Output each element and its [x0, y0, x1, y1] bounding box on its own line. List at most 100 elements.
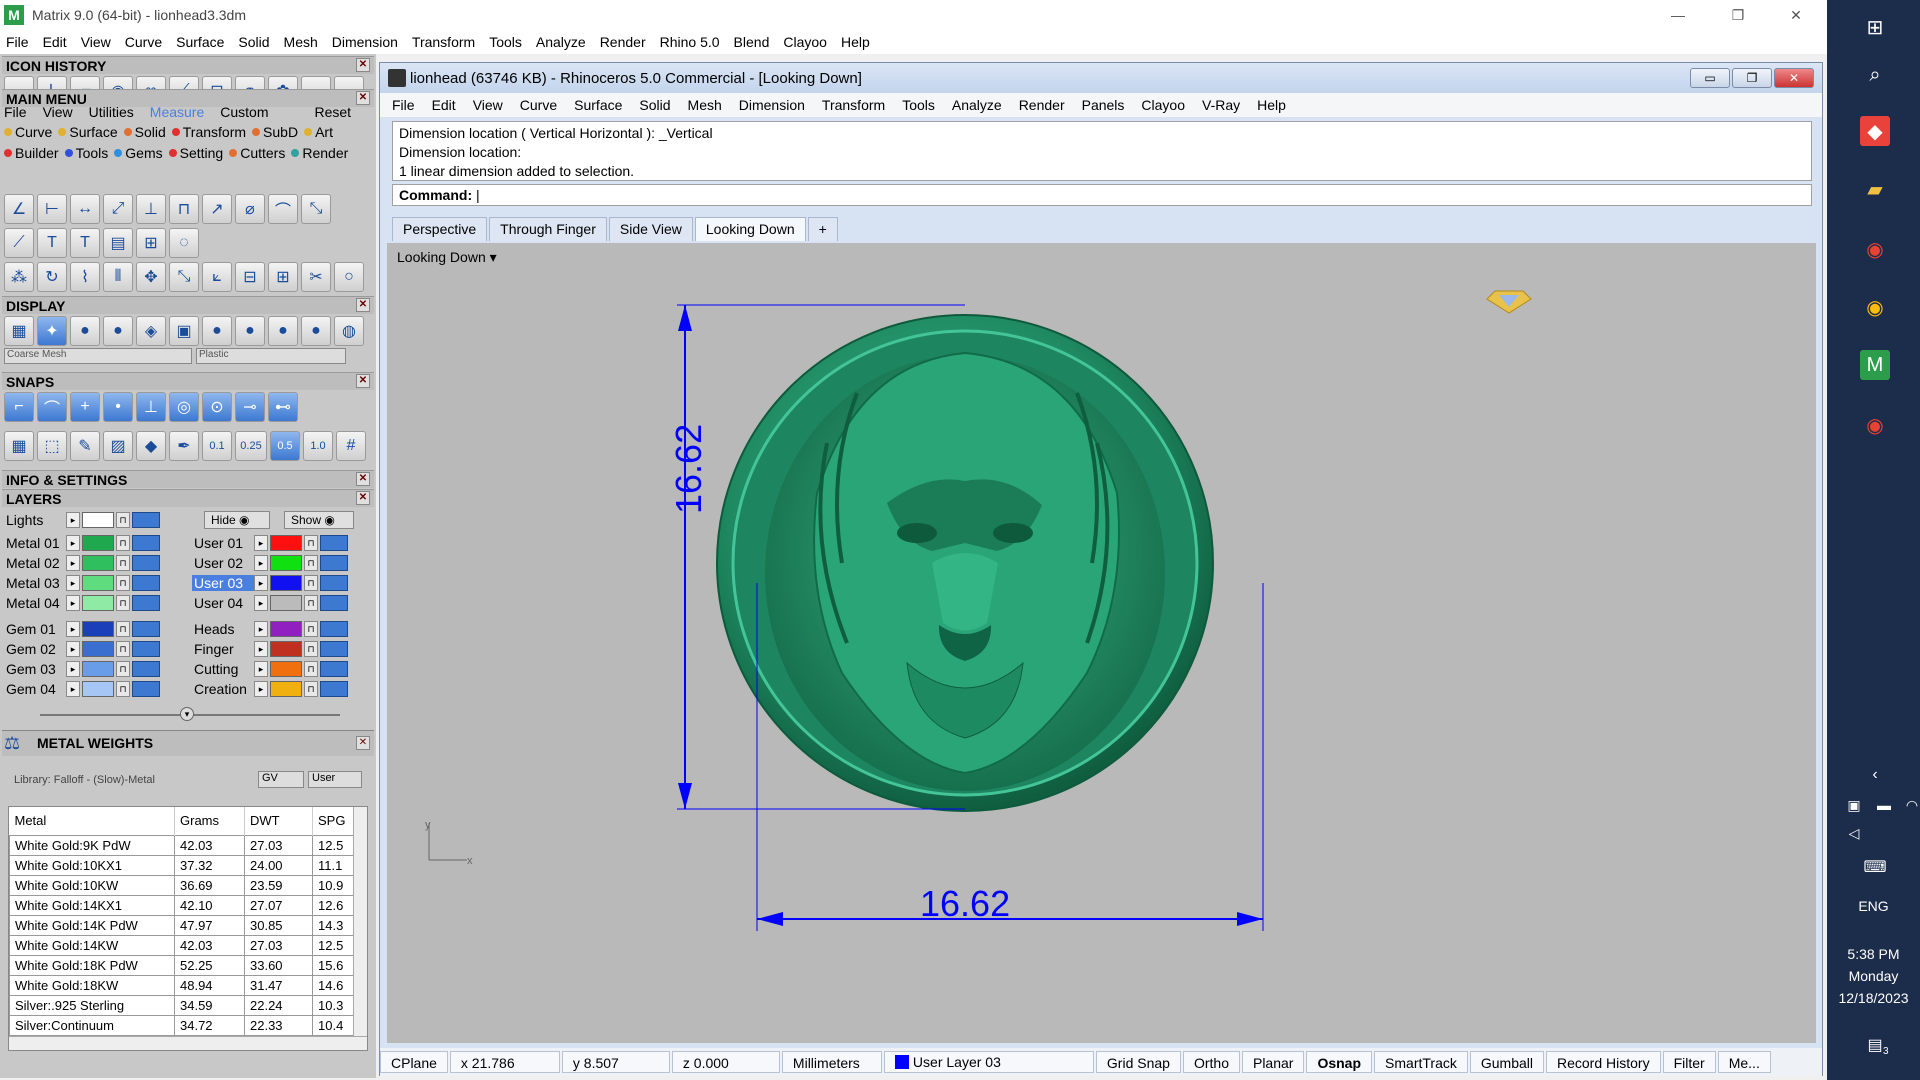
category-builder[interactable]: Builder — [4, 145, 59, 161]
globe-material-icon[interactable]: ◍ — [334, 316, 364, 346]
aligned-dim-icon[interactable]: ⤢ — [103, 194, 133, 224]
cplane-status[interactable]: CPlane — [380, 1051, 448, 1073]
anydesk-icon[interactable]: ◆ — [1860, 116, 1890, 146]
layer-color-swatch[interactable] — [270, 641, 302, 657]
layer-color-swatch[interactable] — [82, 555, 114, 571]
hatch-grid-icon[interactable]: ▨ — [103, 431, 133, 461]
windows-start-icon[interactable]: ⊞ — [1860, 12, 1890, 42]
osnap-toggle[interactable]: Osnap — [1306, 1051, 1373, 1073]
table-row[interactable]: Silver:Continuum 34.72 22.33 10.4 — [9, 1014, 354, 1036]
show-hidden-icons-chevron-icon[interactable]: ‹ — [1860, 760, 1890, 790]
expand-arrow-icon[interactable]: ▸ — [66, 555, 80, 571]
cube-icon[interactable]: ⬚ — [37, 431, 67, 461]
menu-edit[interactable]: Edit — [43, 34, 67, 50]
layer-visibility-toggle[interactable] — [132, 641, 160, 657]
gumball-toggle[interactable]: Gumball — [1469, 1051, 1544, 1073]
tab-utilities[interactable]: Utilities — [89, 104, 134, 120]
rhino-menu-transform[interactable]: Transform — [822, 97, 885, 113]
menu-surface[interactable]: Surface — [176, 34, 224, 50]
horizontal-scrollbar[interactable] — [9, 1036, 367, 1050]
layer-row[interactable]: Heads ▸ ⊓ — [192, 620, 350, 638]
command-history[interactable]: Dimension location ( Vertical Horizontal… — [392, 121, 1812, 181]
expand-arrow-icon[interactable]: ▸ — [66, 512, 80, 528]
artistic-icon[interactable]: ◈ — [136, 316, 166, 346]
rhino-restore-button[interactable]: ❐ — [1732, 68, 1772, 88]
lock-icon[interactable]: ⊓ — [116, 512, 130, 528]
layer-color-swatch[interactable] — [82, 595, 114, 611]
expand-arrow-icon[interactable]: ▸ — [254, 621, 268, 637]
hide-layers-button[interactable]: Hide ◉ — [204, 511, 270, 529]
array-icon[interactable]: ⁂ — [4, 262, 34, 292]
text-block-icon[interactable]: T — [70, 228, 100, 258]
gem-navigator-icon[interactable] — [1486, 290, 1532, 314]
layer-visibility-toggle[interactable] — [132, 621, 160, 637]
point-snap-icon[interactable]: + — [70, 392, 100, 422]
layer-color-swatch[interactable] — [82, 681, 114, 697]
layer-row[interactable]: Cutting ▸ ⊓ — [192, 660, 350, 678]
expand-arrow-icon[interactable]: ▸ — [254, 575, 268, 591]
rhino-menu-analyze[interactable]: Analyze — [952, 97, 1002, 113]
chrome-icon[interactable]: ◉ — [1860, 234, 1890, 264]
tan-snap-icon[interactable]: ◎ — [169, 392, 199, 422]
group-icon[interactable]: ⊟ — [235, 262, 265, 292]
menu-view[interactable]: View — [81, 34, 111, 50]
tab-custom[interactable]: Custom — [220, 104, 268, 120]
ungroup-icon[interactable]: ⊞ — [268, 262, 298, 292]
category-transform[interactable]: Transform — [171, 124, 246, 140]
ordinate-dim-icon[interactable]: ⊥ — [136, 194, 166, 224]
ghosted-icon[interactable]: ✦ — [37, 316, 67, 346]
layer-row[interactable]: Gem 02 ▸ ⊓ — [4, 640, 162, 658]
memory-status[interactable]: Me... — [1717, 1051, 1771, 1073]
wireframe-icon[interactable]: ▦ — [4, 316, 34, 346]
expand-arrow-icon[interactable]: ▸ — [66, 621, 80, 637]
scale-icon[interactable]: ⤡ — [169, 262, 199, 292]
material-select[interactable]: Plastic — [196, 348, 346, 364]
flow-icon[interactable]: ⌇ — [70, 262, 100, 292]
table-row[interactable]: White Gold:14KX1 42.10 27.07 12.6 — [9, 894, 354, 916]
rhino-menu-dimension[interactable]: Dimension — [739, 97, 805, 113]
tab-file[interactable]: File — [4, 104, 27, 120]
table-row[interactable]: White Gold:10KX1 37.32 24.00 11.1 — [9, 854, 354, 876]
linear-dim-icon[interactable]: ⊢ — [37, 194, 67, 224]
layer-color-swatch[interactable] — [82, 621, 114, 637]
category-tools[interactable]: Tools — [64, 145, 108, 161]
lock-icon[interactable]: ⊓ — [116, 575, 130, 591]
vertical-scrollbar[interactable] — [353, 807, 367, 1050]
layer-row[interactable]: Creation ▸ ⊓ — [192, 680, 350, 698]
record-history-toggle[interactable]: Record History — [1546, 1051, 1661, 1073]
column-header[interactable]: DWT — [244, 807, 313, 835]
command-input[interactable]: Command: | — [392, 184, 1812, 206]
layer-row[interactable]: Metal 01 ▸ ⊓ — [4, 534, 162, 552]
layer-visibility-toggle[interactable] — [320, 641, 348, 657]
quad-snap-icon[interactable]: ⊸ — [235, 392, 265, 422]
rhino-menu-solid[interactable]: Solid — [639, 97, 670, 113]
lock-icon[interactable]: ⊓ — [116, 535, 130, 551]
menu-analyze[interactable]: Analyze — [536, 34, 586, 50]
lock-icon[interactable]: ⊓ — [116, 661, 130, 677]
tab-measure[interactable]: Measure — [150, 104, 204, 120]
mirror-icon[interactable]: ⫴ — [103, 262, 133, 292]
tab-view[interactable]: View — [43, 104, 73, 120]
lock-icon[interactable]: ⊓ — [304, 681, 318, 697]
meet-now-icon[interactable]: ▣ — [1839, 790, 1869, 820]
silver-material-icon[interactable]: ● — [268, 316, 298, 346]
arc-dim-icon[interactable]: ⌒ — [268, 194, 298, 224]
battery-icon[interactable]: ▬ — [1869, 790, 1899, 820]
column-header[interactable]: Grams — [174, 807, 245, 835]
expand-arrow-icon[interactable]: ▸ — [254, 555, 268, 571]
layer-color-swatch[interactable] — [270, 681, 302, 697]
technical-icon[interactable]: ▣ — [169, 316, 199, 346]
rhino-menu-view[interactable]: View — [473, 97, 503, 113]
pen-icon[interactable]: ✒ — [169, 431, 199, 461]
table-row[interactable]: White Gold:14KW 42.03 27.03 12.5 — [9, 934, 354, 956]
menu-clayoo[interactable]: Clayoo — [783, 34, 827, 50]
category-subd[interactable]: SubD — [252, 124, 298, 140]
layer-row[interactable]: Metal 02 ▸ ⊓ — [4, 554, 162, 572]
layer-row[interactable]: Finger ▸ ⊓ — [192, 640, 350, 658]
table-row[interactable]: White Gold:9K PdW 42.03 27.03 12.5 — [9, 834, 354, 856]
expand-arrow-icon[interactable]: ▸ — [254, 535, 268, 551]
rhino-menu-curve[interactable]: Curve — [520, 97, 557, 113]
layer-visibility-toggle[interactable] — [320, 681, 348, 697]
category-curve[interactable]: Curve — [4, 124, 52, 140]
close-icon[interactable]: ✕ — [356, 58, 370, 72]
